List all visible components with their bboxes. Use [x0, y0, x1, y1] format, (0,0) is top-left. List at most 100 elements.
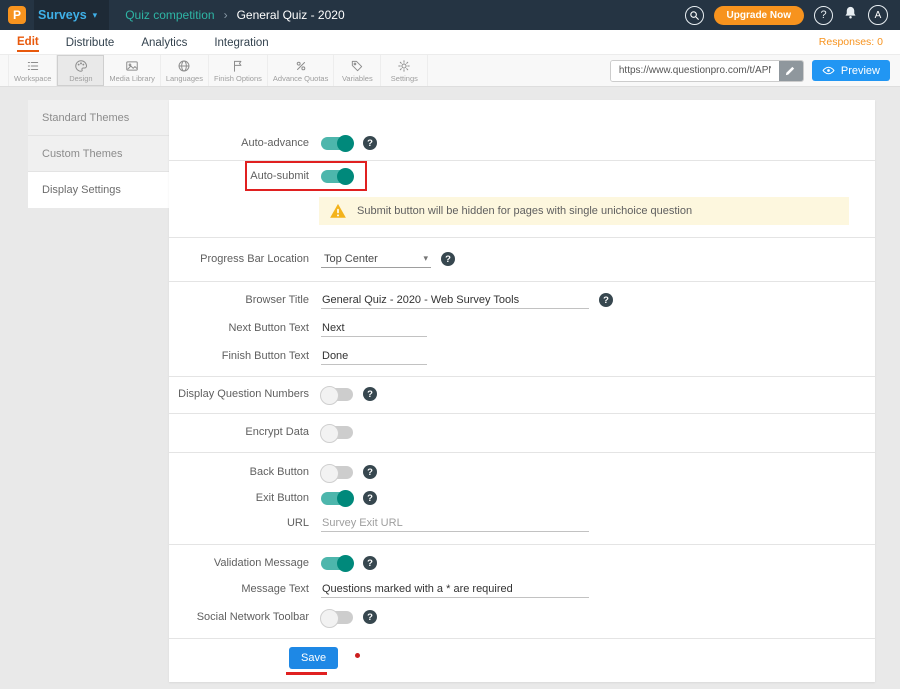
- progress-bar-location-label: Progress Bar Location: [169, 253, 321, 265]
- preview-button[interactable]: Preview: [812, 60, 890, 81]
- display-question-numbers-toggle[interactable]: [321, 388, 353, 401]
- toolbar-item-media-library[interactable]: Media Library: [104, 55, 160, 86]
- divider: [169, 413, 875, 414]
- message-text-label: Message Text: [169, 583, 321, 595]
- validation-message-toggle[interactable]: [321, 557, 353, 570]
- tab-distribute[interactable]: Distribute: [66, 34, 115, 51]
- help-icon[interactable]: ?: [441, 252, 455, 266]
- finish-button-text-input[interactable]: [321, 348, 427, 365]
- responses-count: Responses: 0: [819, 36, 883, 48]
- help-icon[interactable]: ?: [363, 556, 377, 570]
- quotas-percent-icon: [294, 59, 308, 73]
- auto-submit-row: Auto-submit: [169, 163, 875, 189]
- help-icon[interactable]: ?: [599, 293, 613, 307]
- toolbar-item-advance-quotas[interactable]: Advance Quotas: [268, 55, 334, 86]
- help-icon[interactable]: ?: [363, 387, 377, 401]
- breadcrumb: Quiz competition › General Quiz - 2020: [125, 8, 344, 22]
- toolbar-item-workspace[interactable]: Workspace: [8, 55, 57, 86]
- auto-advance-toggle[interactable]: [321, 137, 353, 150]
- sidebar-item-display-settings[interactable]: Display Settings: [28, 172, 169, 208]
- browser-title-input[interactable]: [321, 292, 589, 309]
- auto-submit-label: Auto-submit: [169, 170, 321, 182]
- divider: [169, 638, 875, 639]
- chevron-down-icon: ▾: [423, 253, 428, 264]
- user-avatar[interactable]: A: [868, 5, 888, 25]
- social-network-toolbar-toggle[interactable]: [321, 611, 353, 624]
- encrypt-data-row: Encrypt Data: [169, 419, 875, 445]
- toolbar-item-variables[interactable]: Variables: [334, 55, 381, 86]
- survey-url-input[interactable]: [611, 61, 779, 81]
- settings-gear-icon: [397, 59, 411, 73]
- toolbar-right: Preview: [610, 55, 900, 86]
- exit-button-toggle[interactable]: [321, 492, 353, 505]
- help-icon[interactable]: ?: [363, 610, 377, 624]
- toolbar-item-languages[interactable]: Languages: [161, 55, 209, 86]
- warning-banner-text: Submit button will be hidden for pages w…: [357, 205, 692, 217]
- preview-button-label: Preview: [841, 65, 880, 77]
- surveys-menu-label: Surveys: [38, 8, 87, 22]
- display-question-numbers-row: Display Question Numbers ?: [169, 381, 875, 407]
- sidebar-item-custom-themes[interactable]: Custom Themes: [28, 136, 169, 172]
- divider: [169, 376, 875, 377]
- toolbar-item-label: Workspace: [14, 74, 51, 83]
- display-settings-panel: Auto-advance ? Auto-submit Submit button…: [169, 100, 875, 682]
- back-button-toggle[interactable]: [321, 466, 353, 479]
- browser-title-row: Browser Title ?: [169, 287, 875, 313]
- exit-url-row: URL: [169, 510, 875, 536]
- finish-button-text-row: Finish Button Text: [169, 343, 875, 369]
- content-area: Standard Themes Custom Themes Display Se…: [0, 87, 900, 689]
- design-palette-icon: [74, 59, 88, 73]
- next-button-text-input[interactable]: [321, 320, 427, 337]
- tab-analytics[interactable]: Analytics: [141, 34, 187, 51]
- survey-url-group: [610, 60, 804, 82]
- help-icon[interactable]: ?: [363, 465, 377, 479]
- social-network-toolbar-row: Social Network Toolbar ?: [169, 604, 875, 630]
- auto-advance-row: Auto-advance ?: [169, 130, 875, 156]
- themes-sidebar: Standard Themes Custom Themes Display Se…: [28, 100, 169, 208]
- tab-edit[interactable]: Edit: [17, 33, 39, 52]
- auto-advance-label: Auto-advance: [169, 137, 321, 149]
- search-icon[interactable]: [685, 6, 704, 25]
- message-text-input[interactable]: [321, 581, 589, 598]
- surveys-menu[interactable]: Surveys ▾: [34, 0, 109, 30]
- warning-triangle-icon: [329, 202, 347, 220]
- exit-url-label: URL: [169, 517, 321, 529]
- sidebar-item-standard-themes[interactable]: Standard Themes: [28, 100, 169, 136]
- divider: [169, 452, 875, 453]
- help-icon-topbar[interactable]: ?: [814, 6, 833, 25]
- breadcrumb-survey-group[interactable]: Quiz competition: [125, 8, 214, 22]
- upgrade-now-button[interactable]: Upgrade Now: [714, 6, 804, 25]
- divider: [169, 281, 875, 282]
- exit-url-input[interactable]: [321, 515, 589, 532]
- edit-url-button[interactable]: [779, 61, 803, 81]
- questionpro-logo[interactable]: P: [8, 6, 26, 24]
- help-icon[interactable]: ?: [363, 136, 377, 150]
- validation-message-row: Validation Message ?: [169, 550, 875, 576]
- divider: [169, 160, 875, 161]
- variables-tag-icon: [350, 59, 364, 73]
- divider: [169, 544, 875, 545]
- progress-bar-location-row: Progress Bar Location Top Center ▾ ?: [169, 246, 875, 272]
- notifications-bell-icon[interactable]: [843, 5, 858, 25]
- save-button[interactable]: Save: [289, 647, 338, 669]
- toolbar-item-label: Languages: [166, 74, 203, 83]
- auto-submit-toggle[interactable]: [321, 170, 353, 183]
- browser-title-label: Browser Title: [169, 294, 321, 306]
- encrypt-data-toggle[interactable]: [321, 426, 353, 439]
- workspace-icon: [26, 59, 40, 73]
- encrypt-data-label: Encrypt Data: [169, 426, 321, 438]
- toolbar-item-design[interactable]: Design: [57, 55, 104, 86]
- toolbar-item-label: Media Library: [109, 74, 154, 83]
- toolbar-item-label: Variables: [342, 74, 373, 83]
- progress-bar-location-select[interactable]: Top Center ▾: [321, 251, 431, 268]
- breadcrumb-separator-icon: ›: [224, 8, 228, 22]
- next-button-text-label: Next Button Text: [169, 322, 321, 334]
- media-library-icon: [125, 59, 139, 73]
- social-network-toolbar-label: Social Network Toolbar: [169, 611, 321, 623]
- tab-integration[interactable]: Integration: [214, 34, 268, 51]
- back-button-label: Back Button: [169, 466, 321, 478]
- annotation-red-dot: [355, 653, 360, 658]
- toolbar-item-settings[interactable]: Settings: [381, 55, 428, 86]
- toolbar-item-finish-options[interactable]: Finish Options: [209, 55, 268, 86]
- help-icon[interactable]: ?: [363, 491, 377, 505]
